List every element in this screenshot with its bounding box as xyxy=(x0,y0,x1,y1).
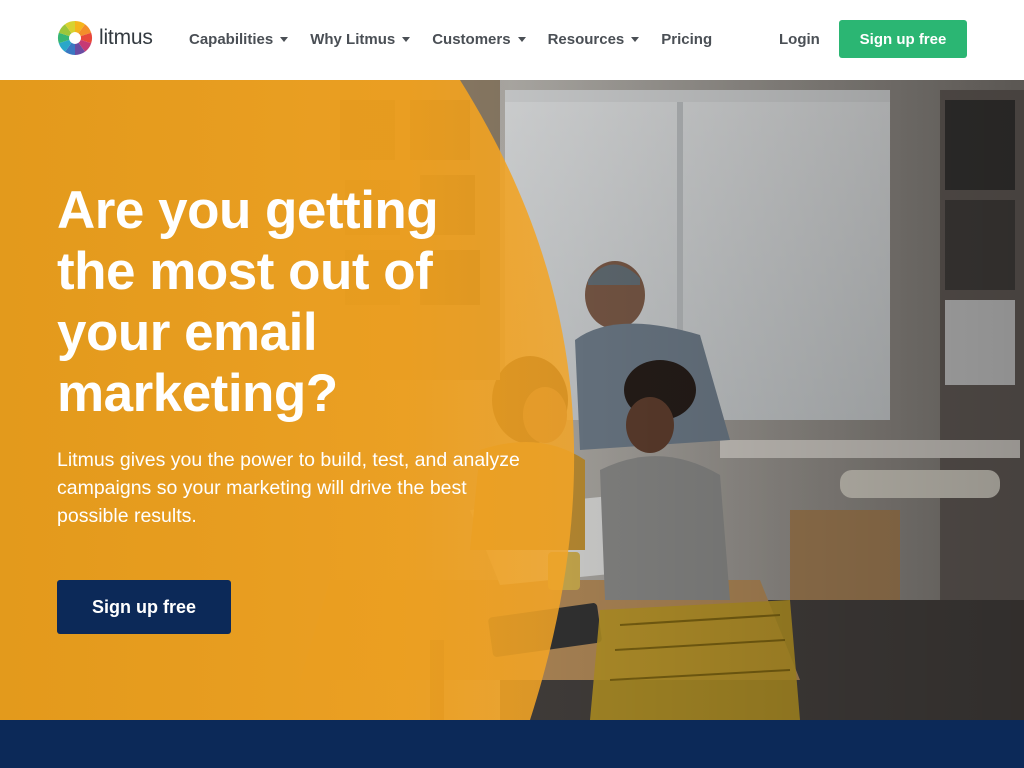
hero-section: Are you getting the most out of your ema… xyxy=(0,80,1024,720)
login-link[interactable]: Login xyxy=(779,28,820,50)
nav-customers[interactable]: Customers xyxy=(432,28,526,50)
main-nav: Capabilities Why Litmus Customers Resour… xyxy=(189,28,712,50)
nav-capabilities[interactable]: Capabilities xyxy=(189,28,289,50)
litmus-logo[interactable]: litmus xyxy=(57,20,153,56)
hero-copy: Are you getting the most out of your ema… xyxy=(57,180,527,530)
chevron-down-icon xyxy=(631,36,640,42)
litmus-logo-icon xyxy=(57,20,93,56)
next-section-band xyxy=(0,720,1024,768)
chevron-down-icon xyxy=(280,36,289,42)
hero-headline: Are you getting the most out of your ema… xyxy=(57,181,439,423)
site-header: litmus Capabilities Why Litmus Customers… xyxy=(0,0,1024,80)
chevron-down-icon xyxy=(517,36,526,42)
nav-why-litmus[interactable]: Why Litmus xyxy=(310,28,411,50)
nav-resources-label: Resources xyxy=(547,30,625,48)
logo-wordmark: litmus xyxy=(99,26,153,49)
signup-button-hero[interactable]: Sign up free xyxy=(57,580,231,634)
nav-pricing-label: Pricing xyxy=(661,30,713,48)
nav-pricing[interactable]: Pricing xyxy=(661,28,712,50)
nav-customers-label: Customers xyxy=(432,30,511,48)
nav-capabilities-label: Capabilities xyxy=(189,30,274,48)
chevron-down-icon xyxy=(402,36,411,42)
hero-subheadline: Litmus gives you the power to build, tes… xyxy=(57,449,520,527)
signup-button-header[interactable]: Sign up free xyxy=(839,20,967,58)
nav-resources[interactable]: Resources xyxy=(548,28,640,50)
nav-why-litmus-label: Why Litmus xyxy=(310,30,396,48)
